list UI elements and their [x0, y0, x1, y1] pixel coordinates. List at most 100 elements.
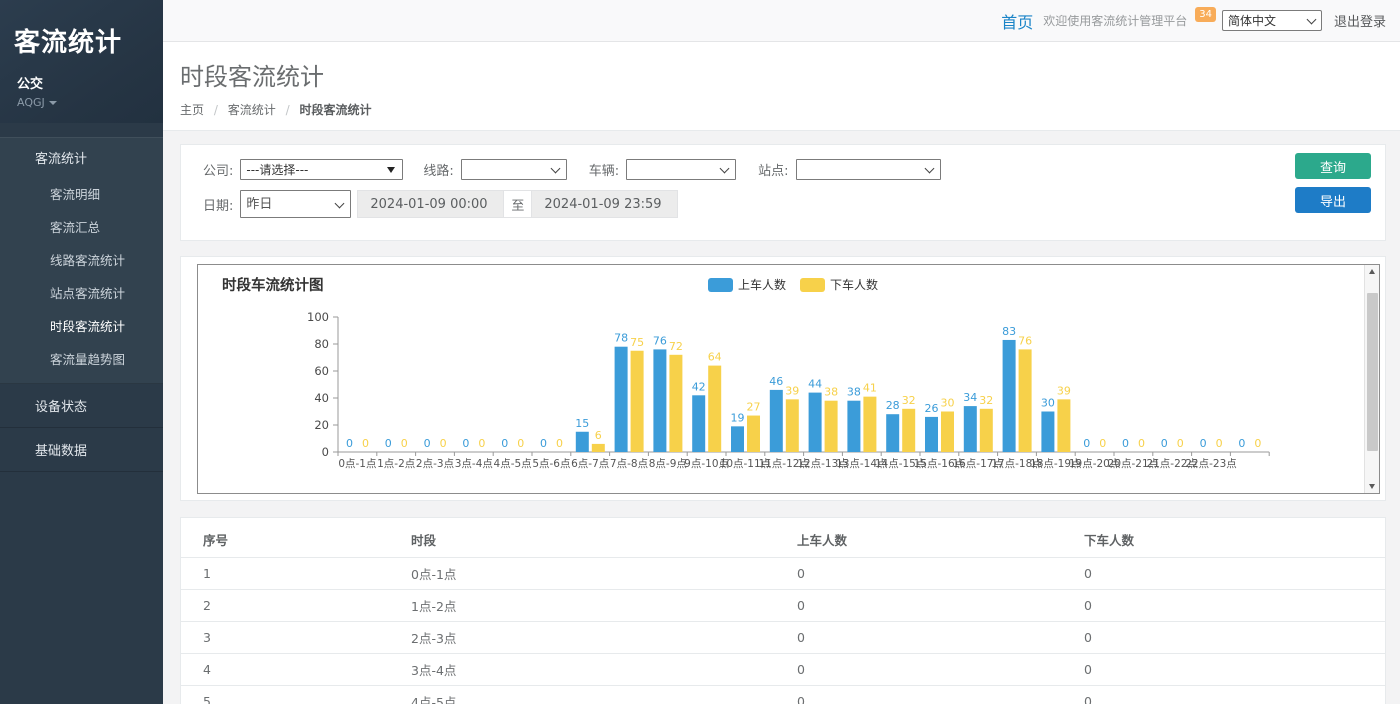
scrollbar-up-arrow-icon[interactable]: [1365, 265, 1380, 279]
notification-badge[interactable]: 34: [1195, 7, 1216, 22]
bar-value-label: 0: [1238, 437, 1245, 450]
bar-value-label: 0: [517, 437, 524, 450]
bar-下车人数-12: [825, 401, 838, 452]
y-tick-label: 20: [314, 418, 329, 432]
stats-table: 序号时段上车人数下车人数 10点-1点0021点-2点0032点-3点0043点…: [181, 520, 1385, 704]
legend-item-boarding[interactable]: 上车人数: [708, 276, 786, 293]
vehicle-select[interactable]: [626, 159, 736, 180]
line-select-wrap: [461, 159, 567, 180]
date-end-input[interactable]: [531, 190, 678, 218]
table-cell: 0: [797, 622, 1084, 654]
chart-panel: 时段车流统计图 上车人数 下车人数 0204060801000点-1点1点-2点…: [180, 256, 1386, 501]
date-preset-select[interactable]: 昨日: [240, 190, 351, 218]
bar-上车人数-15: [925, 417, 938, 452]
bar-value-label: 30: [941, 397, 955, 410]
filter-row-2: 日期: 昨日 至: [203, 190, 1285, 218]
sidebar-section-label[interactable]: 设备状态: [0, 384, 163, 427]
sidebar-section-label[interactable]: 客流统计: [0, 138, 163, 177]
bar-value-label: 34: [963, 391, 977, 404]
legend-item-alighting[interactable]: 下车人数: [800, 276, 878, 293]
bar-value-label: 78: [614, 332, 628, 345]
date-preset-wrap: 昨日: [240, 190, 351, 218]
sidebar-item[interactable]: 线路客流统计: [0, 243, 163, 276]
sidebar-item[interactable]: 客流明细: [0, 177, 163, 210]
bar-value-label: 42: [692, 380, 706, 393]
breadcrumb-separator: /: [214, 103, 218, 117]
sidebar-item[interactable]: 站点客流统计: [0, 276, 163, 309]
breadcrumb-home[interactable]: 主页: [180, 103, 204, 117]
top-navbar: 首页 欢迎使用客流统计管理平台 34 简体中文 退出登录: [163, 0, 1400, 42]
bar-value-label: 0: [1138, 437, 1145, 450]
table-cell: 0点-1点: [411, 558, 797, 590]
bar-value-label: 0: [346, 437, 353, 450]
logout-link[interactable]: 退出登录: [1334, 11, 1386, 30]
chart-legend: 上车人数 下车人数: [222, 276, 1364, 293]
bar-value-label: 0: [1177, 437, 1184, 450]
bar-value-label: 0: [1216, 437, 1223, 450]
station-label: 站点:: [758, 160, 788, 179]
bar-value-label: 15: [575, 417, 589, 430]
date-start-input[interactable]: [357, 190, 504, 218]
chart-header: 时段车流统计图 上车人数 下车人数: [222, 274, 1364, 296]
bar-下车人数-15: [941, 412, 954, 453]
scrollbar-thumb[interactable]: [1367, 293, 1378, 451]
language-select-wrap: 简体中文: [1222, 10, 1322, 31]
org-code-label: AQGJ: [17, 96, 45, 109]
bar-value-label: 0: [501, 437, 508, 450]
org-code-dropdown[interactable]: AQGJ: [14, 96, 149, 109]
company-select[interactable]: ---请选择---: [240, 159, 403, 180]
bar-下车人数-17: [1019, 349, 1032, 452]
bar-value-label: 32: [902, 394, 916, 407]
bar-下车人数-16: [980, 409, 993, 452]
table-cell: 2: [181, 590, 411, 622]
bar-chart-svg: 0204060801000点-1点1点-2点2点-3点3点-4点4点-5点5点-…: [222, 296, 1342, 486]
bar-value-label: 0: [1099, 437, 1106, 450]
breadcrumb-section[interactable]: 客流统计: [228, 103, 276, 117]
language-select[interactable]: 简体中文: [1222, 10, 1322, 31]
bar-value-label: 0: [440, 437, 447, 450]
table-cell: 5: [181, 686, 411, 704]
sidebar-item[interactable]: 客流量趋势图: [0, 342, 163, 375]
bar-value-label: 64: [708, 351, 722, 364]
bar-下车人数-18: [1057, 399, 1070, 452]
page-title: 时段客流统计: [180, 57, 1400, 92]
bar-value-label: 0: [556, 437, 563, 450]
bar-value-label: 0: [1200, 437, 1207, 450]
station-select[interactable]: [796, 159, 941, 180]
breadcrumb-current: 时段客流统计: [299, 103, 371, 117]
bar-下车人数-6: [592, 444, 605, 452]
company-select-wrap: ---请选择---: [240, 159, 403, 180]
x-category-label: 7点-8点: [610, 458, 648, 470]
chart-box: 时段车流统计图 上车人数 下车人数 0204060801000点-1点1点-2点…: [197, 264, 1380, 494]
export-button[interactable]: 导出: [1295, 187, 1371, 213]
alighting-swatch-icon: [800, 278, 825, 292]
column-header: 上车人数: [797, 520, 1084, 558]
bar-上车人数-10: [731, 426, 744, 452]
chart-vertical-scrollbar[interactable]: [1364, 265, 1379, 493]
table-cell: 0: [1084, 654, 1385, 686]
bar-value-label: 0: [478, 437, 485, 450]
sidebar-section-label[interactable]: 基础数据: [0, 428, 163, 471]
bar-上车人数-6: [576, 432, 589, 452]
bar-value-label: 0: [385, 437, 392, 450]
sidebar-item[interactable]: 时段客流统计: [0, 309, 163, 342]
bar-下车人数-10: [747, 416, 760, 452]
action-buttons: 查询 导出: [1295, 153, 1371, 213]
bar-value-label: 72: [669, 340, 683, 353]
bar-value-label: 26: [925, 402, 939, 415]
scrollbar-down-arrow-icon[interactable]: [1365, 479, 1380, 493]
bar-value-label: 0: [1161, 437, 1168, 450]
query-button[interactable]: 查询: [1295, 153, 1371, 179]
line-select[interactable]: [461, 159, 567, 180]
home-link[interactable]: 首页: [1001, 9, 1033, 33]
table-cell: 0: [1084, 558, 1385, 590]
column-header: 时段: [411, 520, 797, 558]
bar-value-label: 46: [769, 375, 783, 388]
legend-label-alighting: 下车人数: [830, 276, 878, 293]
date-label: 日期:: [203, 195, 233, 214]
bar-上车人数-13: [847, 401, 860, 452]
main-area: 首页 欢迎使用客流统计管理平台 34 简体中文 退出登录 时段客流统计 主页 /…: [163, 0, 1400, 704]
sidebar-item[interactable]: 客流汇总: [0, 210, 163, 243]
column-header: 序号: [181, 520, 411, 558]
org-name: 公交: [14, 73, 149, 92]
